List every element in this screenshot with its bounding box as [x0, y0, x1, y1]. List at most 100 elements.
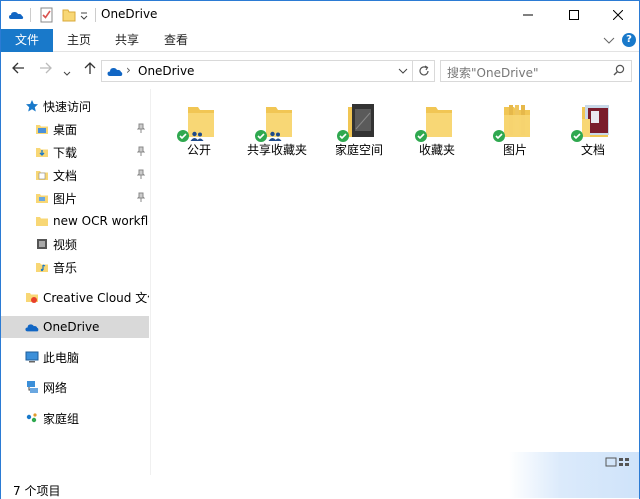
star-icon [25, 99, 39, 113]
maximize-button[interactable] [551, 1, 597, 29]
nav-label: Creative Cloud 文件 [43, 290, 149, 305]
nav-item-videos[interactable]: 视频 [1, 233, 149, 255]
help-icon[interactable]: ? [622, 33, 636, 47]
refresh-button[interactable] [413, 60, 435, 82]
breadcrumb-separator: › [126, 63, 131, 77]
nav-label: 图片 [53, 191, 78, 206]
breadcrumb-onedrive[interactable]: OneDrive [138, 64, 194, 78]
nav-label: OneDrive [43, 320, 100, 334]
window-title: OneDrive [101, 7, 158, 21]
folder-label: 公开 [186, 143, 211, 157]
search-placeholder: 搜索"OneDrive" [447, 66, 539, 80]
maximize-icon [569, 10, 579, 20]
pin-icon[interactable] [137, 192, 145, 202]
onedrive-cloud-icon [107, 68, 123, 76]
chevron-down-icon [63, 71, 71, 76]
expand-ribbon-chevron-icon[interactable] [603, 35, 615, 45]
close-icon [613, 10, 623, 20]
documents-folder-thumbnail-icon [582, 105, 609, 137]
folder-label: 家庭空间 [334, 143, 383, 157]
pictures-folder-icon [35, 191, 49, 205]
folder-tile[interactable]: 收藏夹 [402, 97, 472, 167]
nav-item-downloads[interactable]: 下载 [1, 141, 149, 163]
videos-folder-icon [35, 237, 49, 251]
folder-tile[interactable]: 家庭空间 [324, 97, 394, 167]
back-arrow-icon [12, 62, 24, 74]
back-button[interactable] [11, 61, 25, 79]
folder-tile[interactable]: 公开 [164, 97, 234, 167]
music-folder-icon [35, 260, 49, 274]
minimize-button[interactable] [505, 1, 551, 29]
tab-file[interactable]: 文件 [1, 29, 53, 52]
homegroup-icon [25, 411, 39, 425]
nav-item-music[interactable]: 音乐 [1, 256, 149, 278]
refresh-icon [418, 65, 429, 76]
properties-icon[interactable] [39, 7, 55, 23]
folder-thumbnail-icon [348, 104, 374, 137]
nav-network[interactable]: 网络 [1, 376, 149, 398]
nav-label: new OCR workflow [53, 214, 149, 228]
navigation-pane: 快速访问 桌面 下载 文档 图片 new OCR workflow [1, 89, 151, 475]
folder-label: 收藏夹 [418, 143, 455, 157]
watermark-overlay [509, 452, 639, 498]
customize-toolbar-chevron-icon[interactable] [79, 7, 89, 23]
new-folder-icon[interactable] [61, 7, 77, 23]
nav-homegroup[interactable]: 家庭组 [1, 407, 149, 429]
folder-label: 共享收藏夹 [246, 143, 307, 157]
nav-item-pictures[interactable]: 图片 [1, 187, 149, 209]
address-row: › OneDrive 搜索"OneDrive" [1, 53, 639, 87]
nav-this-pc[interactable]: 此电脑 [1, 346, 149, 368]
nav-label: 下载 [53, 145, 78, 160]
network-icon [25, 380, 39, 394]
up-arrow-icon [84, 62, 96, 74]
folder-icon [35, 214, 49, 228]
computer-icon [25, 350, 39, 364]
onedrive-cloud-icon [25, 320, 39, 334]
tab-home[interactable]: 主页 [59, 29, 99, 52]
nav-label: 快速访问 [43, 99, 92, 114]
tab-share[interactable]: 共享 [107, 29, 147, 52]
nav-item-new-ocr-workflow[interactable]: new OCR workflow [1, 210, 149, 232]
explorer-window: OneDrive 文件 主页 共享 查看 ? › OneDrive 搜索"One… [0, 0, 640, 499]
forward-button[interactable] [39, 61, 53, 79]
desktop-folder-icon [35, 122, 49, 136]
quick-access-toolbar [1, 1, 96, 29]
folder-tile[interactable]: 共享收藏夹 [242, 97, 312, 167]
nav-item-documents[interactable]: 文档 [1, 164, 149, 186]
folder-icon [426, 107, 452, 137]
address-bar[interactable]: › OneDrive [101, 60, 413, 82]
pin-icon[interactable] [137, 123, 145, 133]
pictures-folder-thumbnail-icon [504, 105, 530, 137]
pin-icon[interactable] [137, 146, 145, 156]
nav-label: 文档 [53, 168, 78, 183]
nav-label: 此电脑 [43, 350, 80, 365]
nav-label: 音乐 [53, 260, 78, 275]
nav-label: 家庭组 [43, 411, 80, 426]
nav-quick-access[interactable]: 快速访问 [1, 95, 149, 117]
address-history-chevron-icon[interactable] [398, 68, 408, 76]
close-button[interactable] [595, 1, 640, 29]
nav-label: 桌面 [53, 122, 78, 137]
nav-item-desktop[interactable]: 桌面 [1, 118, 149, 140]
nav-creative-cloud-files[interactable]: Creative Cloud 文件 [1, 286, 149, 308]
nav-label: 网络 [43, 380, 68, 395]
toolbar-separator [30, 8, 31, 22]
item-count: 7 个项目 [13, 484, 61, 498]
search-icon [613, 64, 625, 76]
folder-tile[interactable]: 图片 [480, 97, 550, 167]
search-input[interactable]: 搜索"OneDrive" [440, 60, 632, 82]
ribbon-tabs: 文件 主页 共享 查看 ? [1, 29, 639, 52]
folder-tile[interactable]: 文档 [558, 97, 628, 167]
minimize-icon [523, 14, 533, 16]
downloads-folder-icon [35, 145, 49, 159]
up-button[interactable] [83, 61, 97, 79]
documents-folder-icon [35, 168, 49, 182]
nav-onedrive[interactable]: OneDrive [1, 316, 149, 338]
toolbar-separator [95, 8, 96, 22]
pin-icon[interactable] [137, 169, 145, 179]
nav-label: 视频 [53, 237, 78, 252]
tab-view[interactable]: 查看 [155, 29, 197, 52]
recent-locations-dropdown[interactable] [63, 65, 71, 81]
folder-view: 公开 共享收藏夹 家庭空间 收藏夹 图片 文档 [152, 89, 639, 475]
view-toggle-icon[interactable] [605, 457, 631, 467]
